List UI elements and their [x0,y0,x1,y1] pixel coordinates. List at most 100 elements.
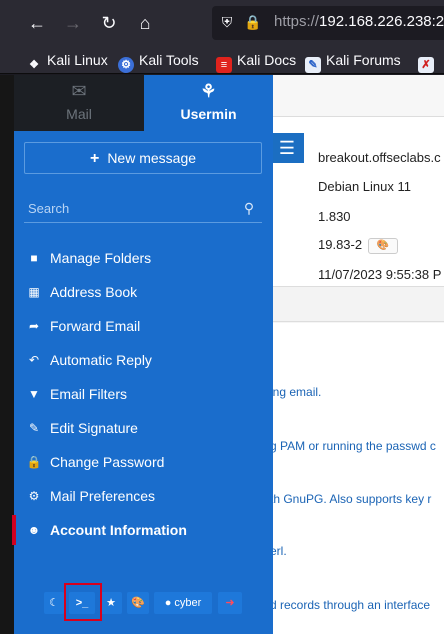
module-desc-5[interactable]: d records through an interface [270,598,430,612]
moon-icon: ☾ [49,597,59,609]
sidebar-item-forward-email[interactable]: ➦ Forward Email [14,309,273,343]
sidebar-footer: ☾ >_ ★ 🎨 ● cyber ➜ [14,587,273,619]
highlight-box [64,583,102,621]
sidebar-item-address-book[interactable]: ▦ Address Book [14,275,273,309]
info-usermin-version: 1.830 [318,209,351,224]
url-host: 192.168.226.238:2 [319,13,444,30]
lock-icon: 🔒 [26,455,42,469]
bookmark-label: Kali Docs [237,52,297,68]
star-icon: ★ [106,597,116,609]
sidebar-item-label: Mail Preferences [50,488,156,504]
theme-version: 19.83-2 [318,237,363,252]
tab-label: Mail [66,106,92,122]
new-message-label: New message [107,150,197,166]
bookmark-kali-tools[interactable]: ⚙ Kali Tools [118,50,199,73]
kali-dragon-icon: ❖ [29,59,39,71]
home-icon[interactable]: ⌂ [130,8,160,38]
reload-icon[interactable]: ↻ [94,8,124,38]
sidebar-item-change-password[interactable]: 🔒 Change Password [14,445,273,479]
sidebar-item-label: Forward Email [50,318,141,334]
bookmark-kali-forums[interactable]: ✎ Kali Forums [305,50,401,73]
forward-arrow-icon[interactable]: → [58,8,88,38]
user-circle-icon: ☻ [27,523,41,537]
plus-icon: + [89,150,100,167]
kali-docs-icon: ≡ [216,57,232,73]
tab-label: Usermin [180,106,237,122]
usermin-logo-icon: ⚘ [200,81,217,101]
bookmark-kali-linux[interactable]: ❖ Kali Linux [26,50,108,71]
sidebar-search: ⚲ [24,195,262,223]
night-mode-button[interactable]: ☾ [44,592,64,614]
main-content: ☰ breakout.offseclabs.c Debian Linux 11 … [270,75,444,634]
envelope-icon: ✉ [71,81,87,101]
bookmark-kali-docs[interactable]: ≡ Kali Docs [216,50,297,73]
sidebar-item-automatic-reply[interactable]: ↶ Automatic Reply [14,343,273,377]
logout-icon: ➜ [225,597,235,609]
info-time: 11/07/2023 9:55:38 P [318,267,442,282]
sidebar-item-label: Account Information [50,522,187,538]
section-separator [270,287,444,322]
sidebar-item-email-filters[interactable]: ▼ Email Filters [14,377,273,411]
new-message-button[interactable]: + New message [24,142,262,174]
address-book-icon: ▦ [28,285,40,299]
sidebar-item-label: Manage Folders [50,250,152,266]
hamburger-icon: ☰ [278,138,296,158]
sidebar-item-label: Change Password [50,454,165,470]
bookmark-label: Kali Tools [139,52,199,68]
menu-toggle-button[interactable]: ☰ [270,133,304,163]
main-topbar [270,75,444,117]
browser-toolbar: ← → ↻ ⌂ ⛨ 🔒 https://192.168.226.238:2 [0,0,444,46]
user-button[interactable]: ● cyber [154,592,212,614]
info-theme-version: 19.83-2 🎨 [318,237,399,254]
info-os: Debian Linux 11 [318,179,411,194]
search-input[interactable] [24,195,224,221]
kali-tools-icon: ⚙ [118,57,134,73]
sidebar-item-label: Edit Signature [50,420,138,436]
sidebar-item-label: Address Book [50,284,138,300]
module-desc-2[interactable]: g PAM or running the passwd c [270,439,436,453]
module-desc-1[interactable]: ing email. [270,385,321,399]
user-name: cyber [174,597,202,609]
search-icon[interactable]: ⚲ [240,199,258,217]
url-scheme: https:// [274,13,320,30]
filter-icon: ▼ [28,387,40,401]
pencil-icon: ✎ [28,421,40,435]
logout-button[interactable]: ➜ [218,592,242,614]
left-strip [0,75,14,634]
favorites-button[interactable]: ★ [100,592,122,614]
bookmarks-bar: ❖ Kali Linux ⚙ Kali Tools ≡ Kali Docs ✎ Kali… [0,46,444,74]
bookmark-label: Kali Forums [326,52,401,68]
back-arrow-icon[interactable]: ← [22,8,52,38]
modules-card [270,323,444,634]
kali-forums-icon: ✎ [305,57,321,73]
kali-icon: ✗ [418,57,434,73]
url-bar[interactable]: ⛨ 🔒 https://192.168.226.238:2 [212,6,444,40]
palette-icon[interactable]: 🎨 [368,238,399,254]
bookmark-label: Kali Linux [47,52,108,68]
share-icon: ➦ [28,319,40,333]
sidebar-item-label: Automatic Reply [50,352,152,368]
sidebar-item-mail-preferences[interactable]: ⚙ Mail Preferences [14,479,273,513]
sidebar-tabs: ✉ Mail ⚘ Usermin [14,75,273,131]
page-body: ☰ breakout.offseclabs.c Debian Linux 11 … [0,75,444,634]
reply-all-icon: ↶ [28,353,40,367]
sidebar-menu: ■ Manage Folders ▦ Address Book ➦ Forward E… [12,241,273,547]
sidebar-item-account-information[interactable]: ☻ Account Information [12,513,273,547]
gear-icon: ⚙ [28,489,40,503]
theme-config-button[interactable]: 🎨 [127,592,149,614]
url-text[interactable]: https://192.168.226.238:2 [274,13,444,30]
sidebar: ✉ Mail ⚘ Usermin + New message ⚲ ■ Manage … [12,75,273,634]
bookmark-kali[interactable]: ✗ [418,50,439,73]
folder-icon: ■ [30,251,38,265]
tab-mail[interactable]: ✉ Mail [14,75,144,131]
user-icon: ● [164,597,172,609]
shield-icon[interactable]: ⛨ [218,13,236,31]
lock-warning-icon[interactable]: 🔒 [244,13,262,31]
sidebar-item-label: Email Filters [50,386,128,402]
sidebar-item-manage-folders[interactable]: ■ Manage Folders [14,241,273,275]
info-hostname: breakout.offseclabs.c [318,150,441,165]
sidebar-item-edit-signature[interactable]: ✎ Edit Signature [14,411,273,445]
tab-usermin[interactable]: ⚘ Usermin [144,75,273,131]
palette-icon: 🎨 [131,597,145,609]
module-desc-3[interactable]: th GnuPG. Also supports key r [270,492,431,506]
